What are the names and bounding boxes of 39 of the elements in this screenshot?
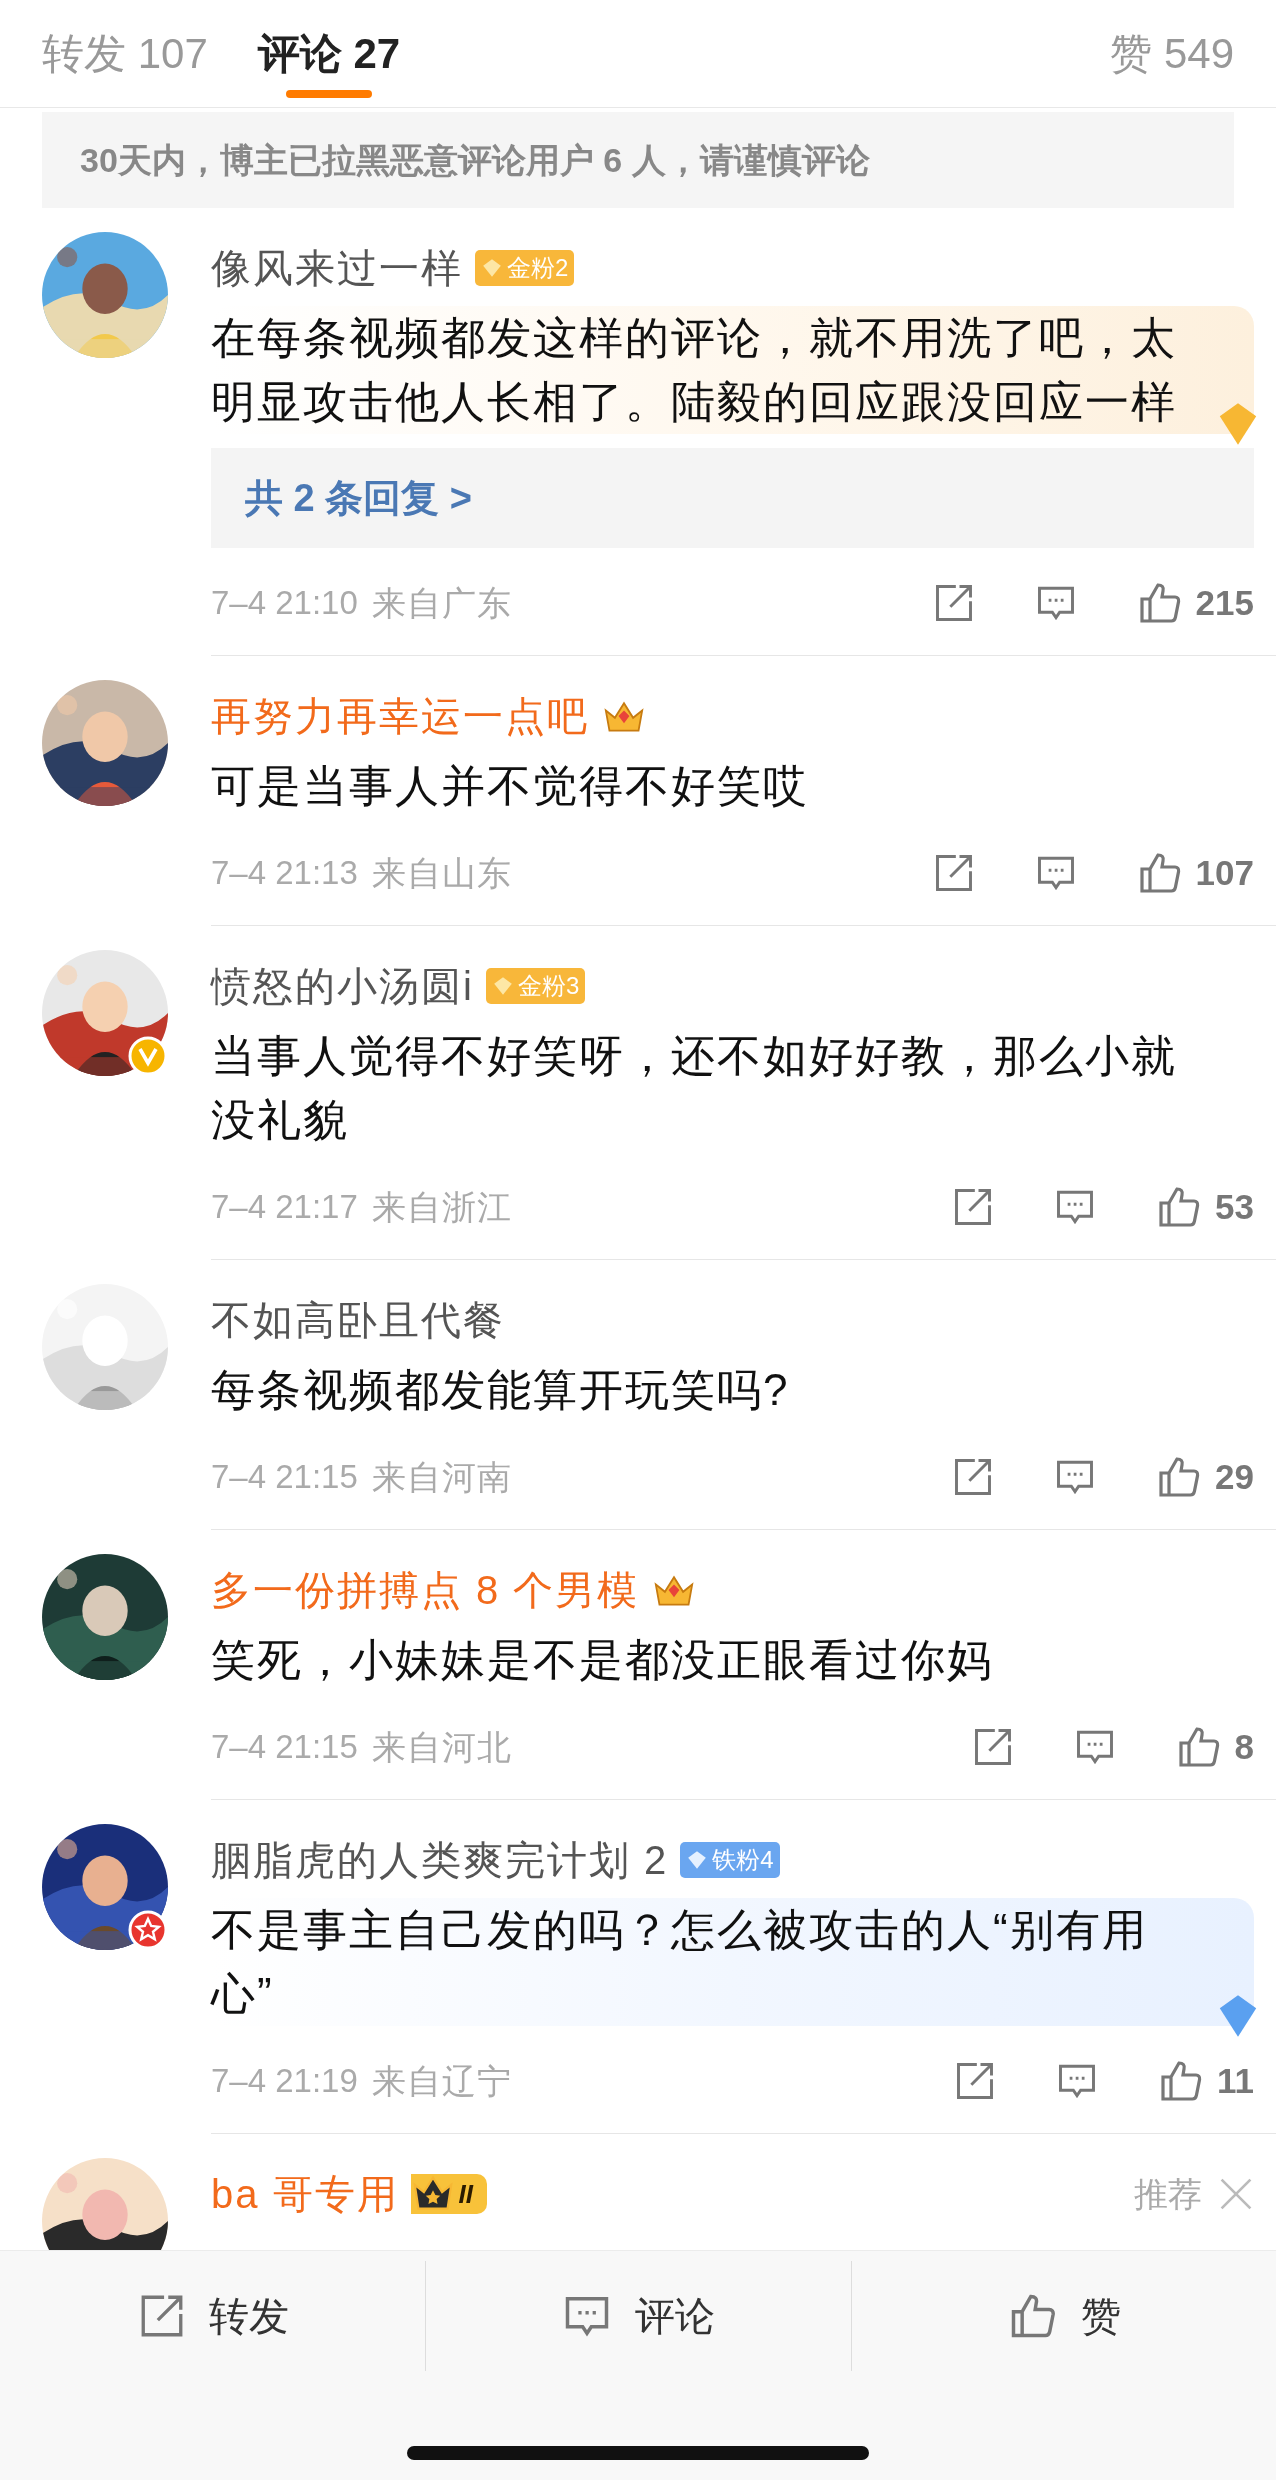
comment-text: 不是事主自己发的吗？怎么被攻击的人“别有用心” [211,1904,1149,2020]
comment-time: 7–4 21:15 [211,1457,358,1498]
comment-text: 在每条视频都发这样的评论，就不用洗了吧，太明显攻击他人长相了。陆毅的回应跟没回应一样 [211,312,1178,428]
fan-badge: 金粉3 [485,968,586,1004]
comment-text: 每条视频都发能算开玩笑吗? [211,1364,791,1416]
footer-button[interactable]: 赞 [1006,2286,1121,2346]
replies-link[interactable]: 共 2 条回复 > [211,448,1254,548]
footer-button[interactable]: 转发 [136,2286,289,2346]
like-count: 8 [1234,1725,1254,1768]
fan-badge: 金粉2 [475,250,575,286]
comment-time: 7–4 21:13 [211,853,358,894]
comment-text: 当事人觉得不好笑呀，还不如好好教，那么小就没礼貌 [211,1030,1178,1146]
recommended-label: 推荐 [1134,2173,1202,2215]
like-count: 53 [1215,1185,1254,1228]
comment-time: 7–4 21:19 [211,2061,358,2102]
comment-location: 来自辽宁 [371,2060,512,2102]
user-name[interactable]: 像风来过一样 [211,242,463,294]
comment-time: 7–4 21:17 [211,1187,358,1228]
user-name[interactable]: 胭脂虎的人类爽完计划 2 [211,1834,669,1886]
comment-text: 笑死，小妹妹是不是都没正眼看过你妈 [211,1634,994,1686]
comment-text: 可是当事人并不觉得不好笑哎 [211,760,810,812]
like-count: 215 [1195,581,1254,624]
comment-location: 来自山东 [371,852,512,894]
like-count: 29 [1215,1455,1254,1498]
comment-time: 7–4 21:10 [211,583,358,624]
comment-location: 来自河南 [371,1456,512,1498]
comment-location: 来自河北 [371,1726,512,1768]
like-count: 11 [1217,2059,1254,2102]
user-name[interactable]: 愤怒的小汤圆i [211,960,474,1012]
fan-badge: 铁粉4 [680,1842,780,1878]
comment-location: 来自浙江 [371,1186,512,1228]
level-badge: II [410,2174,488,2214]
tab[interactable]: 评论 27 [257,0,401,108]
comment-location: 来自广东 [371,582,512,624]
user-name[interactable]: 不如高卧且代餐 [211,1294,505,1346]
comment-time: 7–4 21:15 [211,1727,358,1768]
notice-text: 30天内，博主已拉黑恶意评论用户 6 人，请谨慎评论 [80,139,870,181]
like-count: 107 [1195,851,1254,894]
footer-button[interactable]: 评论 [561,2286,716,2346]
